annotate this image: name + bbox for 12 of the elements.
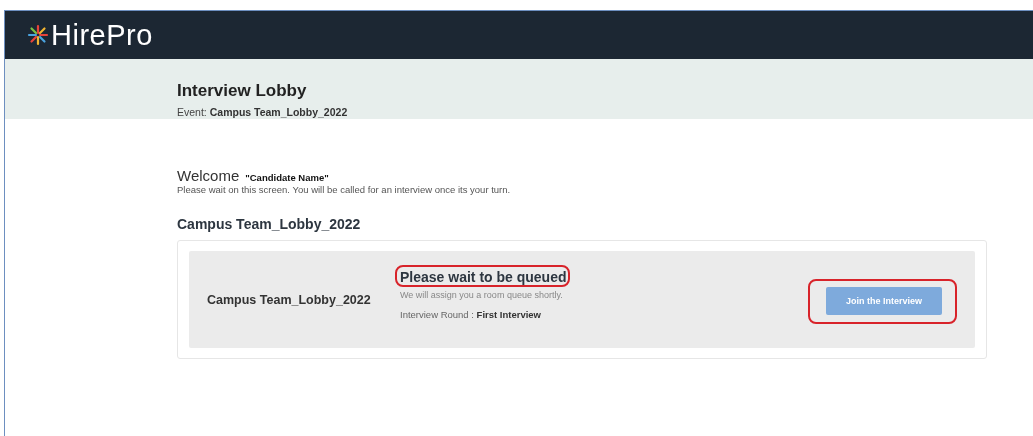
interview-round: Interview Round : First Interview (400, 308, 542, 320)
queue-note: We will assign you a room queue shortly. (400, 289, 564, 300)
page-title: Interview Lobby (177, 81, 308, 101)
wait-message: Please wait on this screen. You will be called for an interview once its your turn. (177, 184, 512, 195)
logo-text: HirePro (51, 18, 153, 52)
section-title: Campus Team_Lobby_2022 (177, 216, 362, 232)
event-line: Event: Campus Team_Lobby_2022 (177, 106, 349, 118)
logo-icon (27, 24, 49, 46)
event-name: Campus Team_Lobby_2022 (207, 292, 372, 307)
welcome-heading: Welcome (177, 167, 240, 184)
candidate-name: "Candidate Name" (245, 172, 329, 183)
queue-status: Please wait to be queued (400, 268, 567, 285)
